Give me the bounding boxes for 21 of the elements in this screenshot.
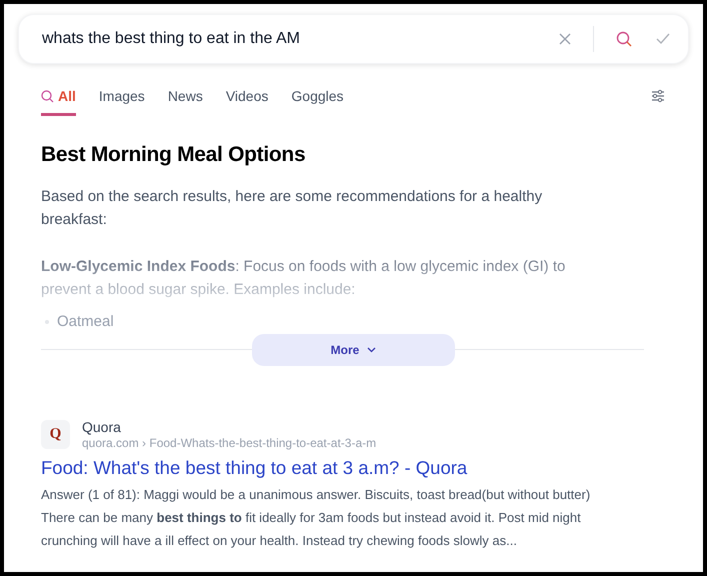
result-snippet: Answer (1 of 81): Maggi would be a unanimous answer. Biscuits, toast bread(but without butter) There can be many best things to fit ideally for 3am foods but instead avoid it. Post mid night crunching will have a ill effect on your health. Instead try chewing foods slowly as... <box>41 486 592 550</box>
summary-paragraph: Based on the search results, here are some recommendations for a healthy breakfast: <box>41 186 544 230</box>
search-icon <box>41 90 54 103</box>
search-tab[interactable]: All <box>41 86 76 116</box>
search-box[interactable]: whats the best thing to eat in the AM <box>18 14 689 64</box>
site-favicon: Q <box>41 420 70 449</box>
search-tab[interactable]: Videos <box>226 86 268 116</box>
search-tab[interactable]: Goggles <box>291 86 344 116</box>
checkmark-icon[interactable] <box>656 33 670 45</box>
search-tab[interactable]: News <box>168 86 203 116</box>
more-button[interactable]: More <box>252 334 455 366</box>
search-tab[interactable]: Images <box>98 86 145 116</box>
search-field[interactable]: whats the best thing to eat in the AM <box>42 27 559 51</box>
result-title-link[interactable]: Food: What's the best thing to eat at 3 a.m? - Quora <box>41 454 666 480</box>
summary-heading: Best Morning Meal Options <box>41 142 306 168</box>
site-name: Quora <box>82 418 122 436</box>
search-icon[interactable] <box>616 31 632 47</box>
chevron-down-icon <box>367 346 376 352</box>
list-item: Oatmeal <box>57 312 114 330</box>
clear-icon[interactable] <box>559 33 571 45</box>
settings-icon[interactable] <box>651 89 665 103</box>
